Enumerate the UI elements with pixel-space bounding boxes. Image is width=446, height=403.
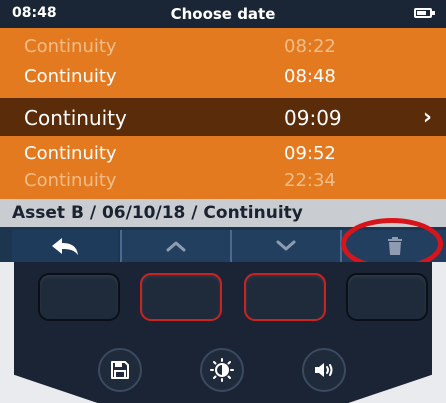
- delete-softkey[interactable]: [340, 230, 446, 262]
- list-item-name: Continuity: [24, 66, 117, 87]
- list-item-name: Continuity: [24, 143, 117, 164]
- scroll-down-softkey[interactable]: [230, 230, 340, 262]
- hardware-key-4[interactable]: [346, 273, 428, 321]
- list-item[interactable]: Continuity 08:22: [0, 30, 446, 63]
- brightness-button[interactable]: [200, 348, 244, 392]
- list-item-name: Continuity: [24, 106, 127, 130]
- list-item-name: Continuity: [24, 170, 117, 191]
- trash-icon: [388, 237, 402, 255]
- hardware-key-3[interactable]: [244, 273, 326, 321]
- hardware-key-1[interactable]: [38, 273, 120, 321]
- save-button[interactable]: [98, 348, 142, 392]
- breadcrumb: Asset B / 06/10/18 / Continuity: [0, 199, 446, 227]
- breadcrumb-text: Asset B / 06/10/18 / Continuity: [12, 203, 303, 223]
- battery-icon: [414, 8, 435, 18]
- list-item[interactable]: Continuity 22:34: [0, 164, 446, 197]
- chevron-right-icon: ›: [422, 105, 432, 130]
- volume-button[interactable]: [302, 348, 346, 392]
- list-item-time: 09:09: [284, 106, 342, 130]
- status-bar: 08:48 Choose date: [0, 0, 446, 28]
- chevron-down-icon: [276, 240, 296, 251]
- list-item-name: Continuity: [24, 36, 117, 57]
- list-item[interactable]: Continuity 08:48: [0, 60, 446, 93]
- hardware-key-2[interactable]: [140, 273, 222, 321]
- list-item-time: 08:48: [284, 66, 336, 87]
- scroll-up-softkey[interactable]: [120, 230, 230, 262]
- volume-icon: [315, 363, 333, 377]
- list-item-time: 09:52: [284, 143, 336, 164]
- brightness-icon: [210, 358, 234, 382]
- test-result-list: Continuity 08:22 Continuity 08:48 Contin…: [0, 28, 446, 196]
- back-softkey[interactable]: [12, 230, 118, 262]
- list-item-time: 22:34: [284, 170, 336, 191]
- softkey-bar: [0, 227, 446, 262]
- list-item-time: 08:22: [284, 36, 336, 57]
- save-icon: [111, 361, 129, 379]
- list-item-selected[interactable]: Continuity 09:09 ›: [0, 98, 446, 136]
- back-arrow-icon: [52, 238, 78, 255]
- device-screen: 08:48 Choose date Continuity 08:22 Conti…: [0, 0, 446, 262]
- screen-title: Choose date: [170, 5, 276, 23]
- chevron-up-icon: [166, 241, 186, 252]
